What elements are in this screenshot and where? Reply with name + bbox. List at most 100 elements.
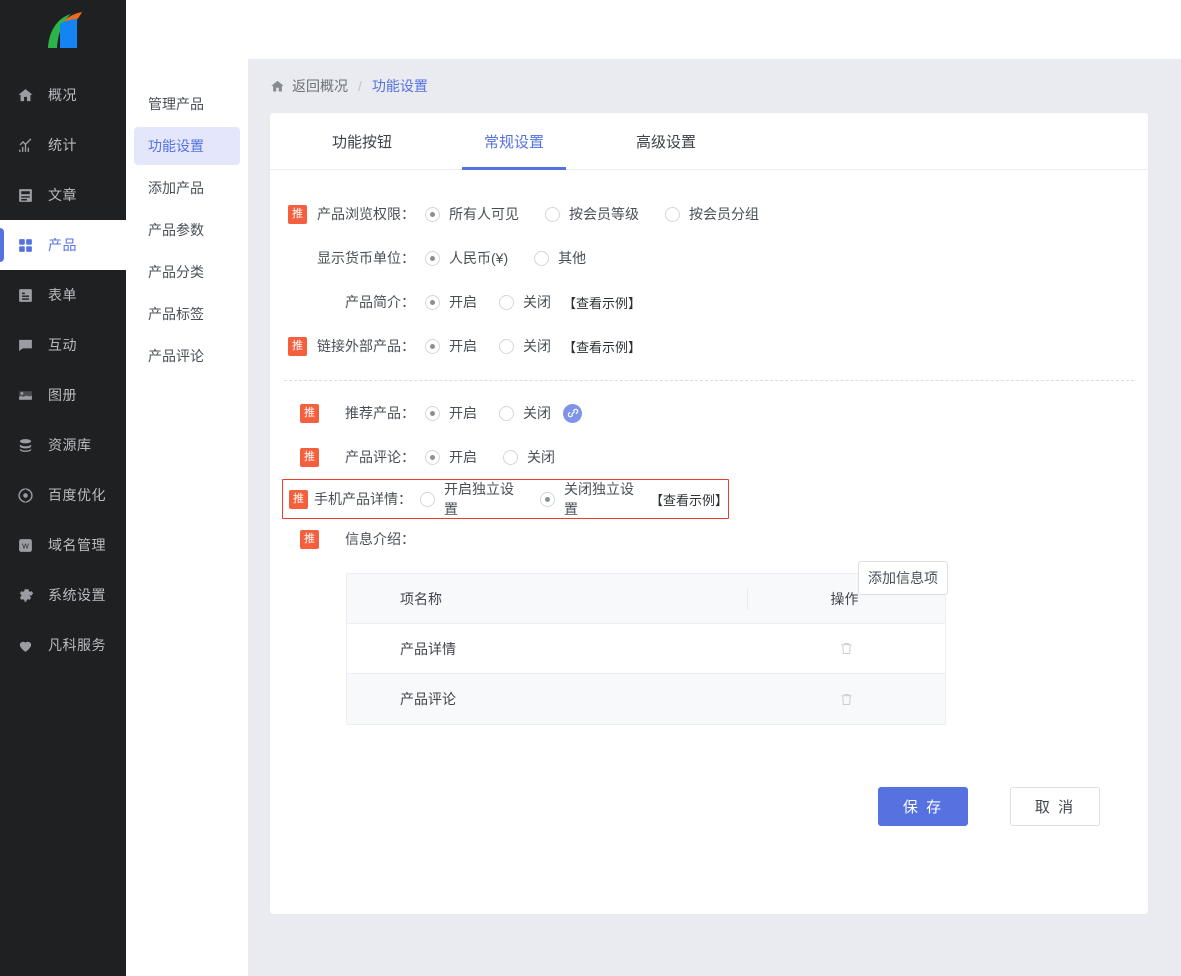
breadcrumb-current[interactable]: 功能设置: [372, 76, 428, 96]
radio-indicator[interactable]: [425, 206, 440, 222]
sidebar-item-interaction[interactable]: 互动: [0, 320, 126, 370]
cell-item-name: 产品详情: [400, 640, 456, 657]
radio-option-by-member-group[interactable]: 按会员分组: [665, 204, 759, 224]
primary-sidebar: 概况 统计 文章 产品 表单 互动 图册 资源库 百度优化 W 域名管理 系统设…: [0, 0, 126, 976]
radio-indicator[interactable]: [425, 250, 440, 266]
form-icon: [17, 286, 39, 304]
radio-option-disable[interactable]: 关闭: [499, 336, 551, 356]
radio-option-by-member-level[interactable]: 按会员等级: [545, 204, 639, 224]
radio-option-disable[interactable]: 关闭: [499, 403, 551, 423]
radio-indicator[interactable]: [499, 405, 514, 421]
main-content: 返回概况 / 功能设置 功能按钮 常规设置 高级设置 推 产品浏览权限： 所有人…: [248, 59, 1181, 976]
cancel-button[interactable]: 取 消: [1010, 787, 1100, 826]
add-info-item-button[interactable]: 添加信息项: [858, 561, 948, 595]
secondary-nav-list: 管理产品 功能设置 添加产品 产品参数 产品分类 产品标签 产品评论: [126, 59, 248, 375]
cell-action: [748, 691, 945, 708]
trash-icon[interactable]: [839, 640, 854, 657]
radio-indicator[interactable]: [545, 206, 560, 222]
save-button[interactable]: 保 存: [878, 787, 968, 826]
view-example-link[interactable]: 【查看示例】: [650, 490, 728, 509]
sidebar-item-album[interactable]: 图册: [0, 370, 126, 420]
sidebar-item-resource[interactable]: 资源库: [0, 420, 126, 470]
radio-option-rmb[interactable]: 人民币(¥): [425, 248, 508, 268]
radio-indicator[interactable]: [425, 294, 440, 310]
radio-option-all-visible[interactable]: 所有人可见: [425, 204, 519, 224]
form-row-info-intro: 推 信息介绍：: [270, 519, 1148, 559]
form-row-label: 产品浏览权限：: [317, 206, 415, 222]
breadcrumb-back-link[interactable]: 返回概况: [292, 76, 348, 96]
radio-label: 按会员分组: [689, 206, 759, 222]
sidebar-item-label: 系统设置: [48, 587, 106, 603]
tab-function-buttons[interactable]: 功能按钮: [286, 113, 438, 169]
radio-indicator[interactable]: [499, 338, 514, 354]
radio-label: 人民币(¥): [449, 250, 509, 266]
form-row-recommend-product: 推 推荐产品： 开启 关闭: [270, 391, 1148, 435]
sidebar-item-article[interactable]: 文章: [0, 170, 126, 220]
radio-indicator[interactable]: [665, 206, 680, 222]
radio-option-enable[interactable]: 开启: [425, 292, 477, 312]
radio-indicator[interactable]: [425, 449, 440, 465]
sidebar-item-label: 互动: [48, 337, 77, 353]
view-example-link[interactable]: 【查看示例】: [563, 337, 641, 356]
radio-option-disable-independent[interactable]: 关闭独立设置: [539, 479, 638, 519]
tab-advanced-settings[interactable]: 高级设置: [590, 113, 742, 169]
radio-indicator[interactable]: [499, 294, 514, 310]
section-divider: [284, 380, 1134, 381]
radio-option-disable[interactable]: 关闭: [499, 292, 551, 312]
view-example-link[interactable]: 【查看示例】: [563, 293, 641, 312]
radio-label: 开启: [449, 294, 477, 310]
radio-indicator[interactable]: [539, 491, 555, 507]
radio-option-enable[interactable]: 开启: [425, 336, 477, 356]
link-icon[interactable]: [563, 403, 582, 423]
form-actions: 保 存 取 消: [270, 725, 1148, 826]
radio-group: 开启 关闭: [425, 447, 555, 467]
subnav-item-product-review[interactable]: 产品评论: [134, 337, 240, 375]
tab-general-settings[interactable]: 常规设置: [438, 113, 590, 170]
recommend-badge: 推: [289, 489, 308, 509]
radio-indicator[interactable]: [534, 250, 550, 266]
subnav-item-manage-product[interactable]: 管理产品: [134, 85, 240, 123]
radio-indicator[interactable]: [503, 449, 518, 465]
settings-form: 推 产品浏览权限： 所有人可见 按会员等级 按会员分组 显示货币单位： 人民币(…: [270, 170, 1148, 826]
form-row-mobile-detail: 推 手机产品详情： 开启独立设置 关闭独立设置 【查看示例】: [282, 479, 729, 519]
radio-option-enable[interactable]: 开启: [425, 403, 477, 423]
sidebar-item-statistics[interactable]: 统计: [0, 120, 126, 170]
breadcrumb: 返回概况 / 功能设置: [248, 59, 1181, 113]
fankeyun-logo-icon: [48, 12, 82, 48]
form-row-external-link: 推 链接外部产品： 开启 关闭 【查看示例】: [270, 324, 1148, 368]
subnav-item-feature-settings[interactable]: 功能设置: [134, 127, 240, 165]
cell-item-name: 产品评论: [400, 691, 456, 707]
subnav-item-product-params[interactable]: 产品参数: [134, 211, 240, 249]
sidebar-item-form[interactable]: 表单: [0, 270, 126, 320]
radio-option-other[interactable]: 其他: [534, 248, 586, 268]
sidebar-item-label: 概况: [48, 87, 77, 103]
trash-icon[interactable]: [839, 691, 854, 708]
home-icon: [17, 86, 39, 104]
subnav-item-product-category[interactable]: 产品分类: [134, 253, 240, 291]
form-row-currency-unit: 显示货币单位： 人民币(¥) 其他: [270, 236, 1148, 280]
sidebar-item-label: 域名管理: [48, 537, 106, 553]
radio-indicator[interactable]: [425, 405, 440, 421]
subnav-item-product-tag[interactable]: 产品标签: [134, 295, 240, 333]
radio-label: 关闭: [523, 405, 551, 421]
sidebar-item-label: 文章: [48, 187, 77, 203]
logo[interactable]: [0, 0, 126, 60]
radio-label: 开启独立设置: [444, 481, 514, 517]
sidebar-item-label: 凡科服务: [48, 637, 106, 653]
radio-option-enable-independent[interactable]: 开启独立设置: [420, 479, 518, 519]
sidebar-item-domain[interactable]: W 域名管理: [0, 520, 126, 570]
radio-indicator[interactable]: [420, 491, 435, 507]
radio-option-disable[interactable]: 关闭: [503, 447, 555, 467]
chat-icon: [17, 336, 39, 354]
settings-card: 功能按钮 常规设置 高级设置 推 产品浏览权限： 所有人可见 按会员等级 按会员…: [270, 113, 1148, 914]
sidebar-item-product[interactable]: 产品: [0, 220, 126, 270]
article-icon: [17, 186, 39, 204]
radio-option-enable[interactable]: 开启: [425, 447, 477, 467]
sidebar-item-fanke-service[interactable]: 凡科服务: [0, 620, 126, 670]
sidebar-item-baidu-seo[interactable]: 百度优化: [0, 470, 126, 520]
sidebar-item-system-settings[interactable]: 系统设置: [0, 570, 126, 620]
subnav-item-add-product[interactable]: 添加产品: [134, 169, 240, 207]
sidebar-item-overview[interactable]: 概况: [0, 70, 126, 120]
recommend-badge: 推: [300, 403, 319, 423]
radio-indicator[interactable]: [425, 338, 440, 354]
